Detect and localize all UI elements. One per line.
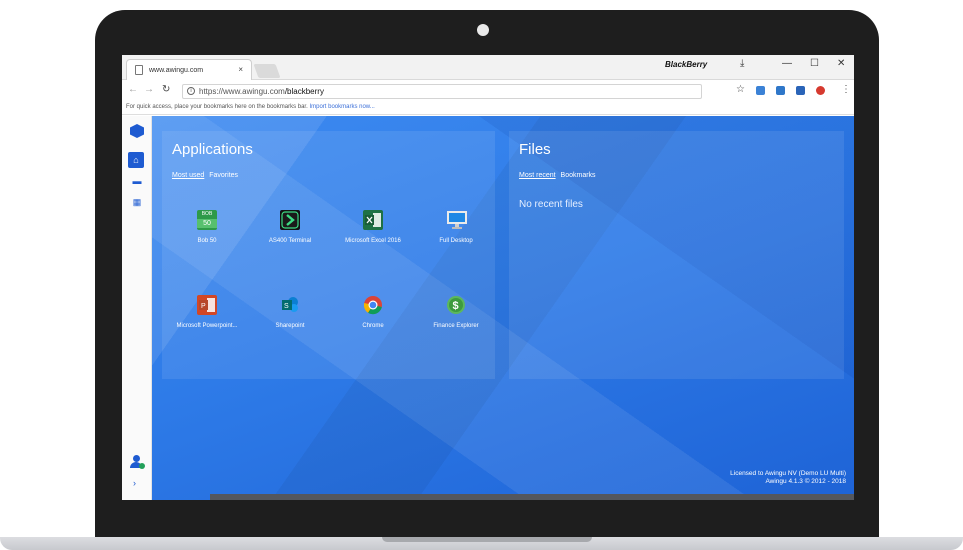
star-icon[interactable]: ☆: [736, 84, 745, 95]
app-excel[interactable]: Microsoft Excel 2016: [340, 210, 406, 245]
awingu-app: ⌂ ▬ ▦ › Applications Most used Favorites…: [122, 116, 854, 500]
browser-tab[interactable]: www.awingu.com ×: [126, 59, 252, 80]
minimize-icon[interactable]: —: [782, 58, 792, 69]
screen-bottom-shade: [210, 494, 854, 500]
license-text: Licensed to Awingu NV (Demo LU Multi): [730, 470, 846, 477]
app-full-desktop[interactable]: Full Desktop: [423, 210, 489, 245]
applications-panel: Applications Most used Favorites BOB 50 …: [162, 131, 495, 379]
tab-most-used[interactable]: Most used: [172, 172, 204, 179]
address-bar: ← → ↻ i https://www.awingu.com/blackberr…: [122, 81, 854, 101]
app-name: Full Desktop: [439, 238, 473, 244]
svg-text:$: $: [453, 300, 459, 312]
close-window-icon[interactable]: ✕: [837, 58, 845, 69]
apps-grid-icon[interactable]: ▦: [127, 194, 147, 210]
dashboard: Applications Most used Favorites BOB 50 …: [152, 116, 854, 500]
files-panel: Files Most recent Bookmarks No recent fi…: [509, 131, 844, 379]
download-icon[interactable]: ⤓: [740, 58, 744, 69]
home-icon[interactable]: ⌂: [128, 152, 144, 168]
maximize-icon[interactable]: ☐: [810, 58, 819, 69]
url-host: https://www.awingu.com: [199, 87, 285, 96]
browser-window: www.awingu.com × BlackBerry ⤓ — ☐ ✕ ← → …: [122, 55, 854, 500]
chevron-right-icon[interactable]: ›: [133, 478, 136, 488]
finance-icon: $: [446, 295, 466, 315]
excel-icon: [363, 210, 383, 230]
app-name: Sharepoint: [275, 323, 305, 329]
applications-title: Applications: [172, 141, 253, 158]
files-tabs: Most recent Bookmarks: [519, 172, 596, 179]
bookmarks-hint: For quick access, place your bookmarks h…: [126, 104, 308, 110]
back-icon[interactable]: ←: [128, 84, 138, 95]
files-title: Files: [519, 141, 551, 158]
tab-close-icon[interactable]: ×: [238, 65, 243, 74]
tab-bookmarks[interactable]: Bookmarks: [561, 172, 596, 179]
app-as400-terminal[interactable]: AS400 Terminal: [257, 210, 323, 245]
import-bookmarks-link[interactable]: Import bookmarks now...: [309, 104, 374, 110]
user-icon[interactable]: [130, 455, 145, 469]
info-icon[interactable]: i: [187, 87, 195, 95]
app-finance-explorer[interactable]: $ Finance Explorer: [423, 295, 489, 330]
bookmarks-bar: For quick access, place your bookmarks h…: [122, 101, 854, 115]
applications-tabs: Most used Favorites: [172, 172, 238, 179]
camera: [477, 24, 489, 36]
app-sharepoint[interactable]: S Sharepoint: [257, 295, 323, 330]
record-extension-icon[interactable]: [816, 86, 825, 95]
app-chrome[interactable]: Chrome: [340, 295, 406, 330]
bob50-icon: BOB 50: [197, 210, 217, 230]
calendar-extension-icon[interactable]: [776, 86, 785, 95]
tab-favorites[interactable]: Favorites: [209, 172, 238, 179]
app-bob50[interactable]: BOB 50 Bob 50: [174, 210, 240, 245]
app-name: Chrome: [362, 323, 384, 329]
laptop-base: [0, 537, 963, 550]
terminal-icon: [280, 210, 300, 230]
bob-badge-bottom: 50: [197, 219, 217, 228]
svg-text:S: S: [284, 303, 289, 310]
app-name: Bob 50: [197, 238, 217, 244]
app-name: AS400 Terminal: [268, 238, 312, 244]
url-input[interactable]: i https://www.awingu.com/blackberry: [182, 84, 702, 99]
notes-extension-icon[interactable]: [796, 86, 805, 95]
sidebar: ⌂ ▬ ▦ ›: [122, 116, 152, 500]
profile-label[interactable]: BlackBerry: [665, 60, 707, 69]
app-name: Microsoft Powerpoint...: [176, 323, 238, 329]
app-name: Microsoft Excel 2016: [345, 238, 401, 244]
tab-title: www.awingu.com: [149, 66, 204, 74]
tab-most-recent[interactable]: Most recent: [519, 172, 556, 179]
tab-bar: www.awingu.com × BlackBerry ⤓ — ☐ ✕: [122, 55, 854, 80]
app-name: Finance Explorer: [433, 323, 479, 329]
license-info: Licensed to Awingu NV (Demo LU Multi) Aw…: [730, 470, 846, 486]
mail-extension-icon[interactable]: [756, 86, 765, 95]
app-powerpoint[interactable]: P Microsoft Powerpoint...: [174, 295, 240, 330]
no-recent-files-text: No recent files: [519, 199, 583, 210]
svg-text:P: P: [201, 303, 206, 310]
chrome-icon: [363, 295, 383, 315]
sharepoint-icon: S: [280, 295, 300, 315]
forward-icon[interactable]: →: [144, 84, 154, 95]
reload-icon[interactable]: ↻: [162, 84, 170, 95]
powerpoint-icon: P: [197, 295, 217, 315]
laptop-notch: [382, 537, 592, 542]
folder-icon[interactable]: ▬: [127, 173, 147, 189]
desktop-icon: [446, 210, 467, 230]
page-icon: [135, 65, 143, 75]
new-tab-button[interactable]: [253, 64, 281, 78]
version-text: Awingu 4.1.3 © 2012 - 2018: [765, 478, 846, 485]
awingu-logo[interactable]: [130, 124, 144, 138]
url-path: /blackberry: [284, 87, 324, 96]
bob-badge-top: BOB: [201, 211, 213, 217]
menu-icon[interactable]: ⋮: [841, 84, 851, 95]
